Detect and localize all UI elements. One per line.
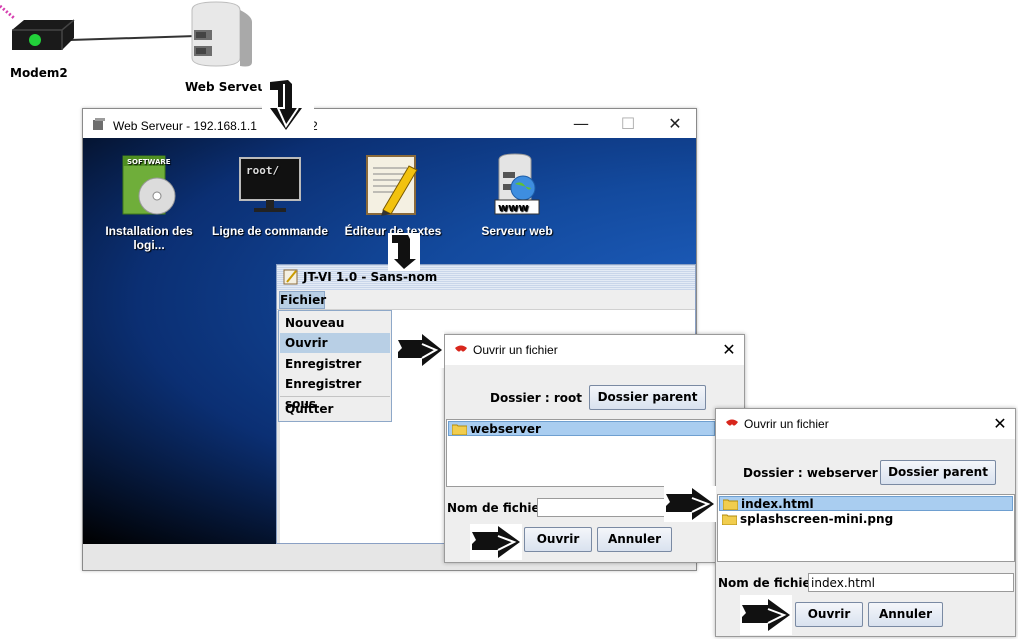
pointer-hand-right-icon [396,332,444,368]
open-button[interactable]: Ouvrir [524,527,592,552]
open-button[interactable]: Ouvrir [795,602,863,627]
dialog-titlebar[interactable]: Ouvrir un fichier ✕ [445,335,744,365]
desktop-icon-label: Ligne de commande [211,224,329,238]
folder-icon [723,499,738,510]
dialog-app-icon [726,419,738,426]
desktop-icon-software[interactable]: SOFTWARE Installation des logi... [89,152,209,252]
menu-fichier[interactable]: Fichier [279,291,326,309]
svg-text:root/: root/ [246,164,279,177]
editor-app-icon [283,269,298,285]
list-item-index-html[interactable]: index.html [719,496,1013,511]
list-item-splashscreen[interactable]: splashscreen-mini.png [719,512,1013,527]
desktop-icon-text-editor[interactable]: Éditeur de textes [333,152,453,238]
file-list[interactable]: webserver [446,419,717,487]
folder-icon [722,514,737,525]
cancel-button[interactable]: Annuler [597,527,672,552]
menu-item-quitter[interactable]: Quitter [280,399,390,419]
fichier-dropdown-menu: Nouveau Ouvrir Enregistrer Enregistrer s… [278,310,392,422]
menu-item-nouveau[interactable]: Nouveau [280,313,390,333]
dialog-close-button[interactable]: ✕ [988,413,1012,435]
terminal-icon: root/ [239,157,301,212]
dialog-app-icon [455,345,467,352]
list-item-webserver[interactable]: webserver [448,421,715,436]
svg-text:SOFTWARE: SOFTWARE [127,158,171,166]
pointer-hand-down-icon [388,233,420,271]
editor-titlebar[interactable]: JT-VI 1.0 - Sans-nom [277,265,695,290]
folder-label: Dossier : webserver [743,466,878,480]
pointer-hand-down-icon [262,78,314,132]
filename-input[interactable]: index.html [808,573,1014,592]
window-app-icon [93,118,105,130]
window-title: Web Serveur - 192.168.1.1 [113,119,257,133]
close-button[interactable]: ✕ [655,113,695,135]
text-editor-icon [366,155,418,216]
web-server-node-icon[interactable] [186,0,256,72]
dialog-close-button[interactable]: ✕ [717,339,741,361]
software-install-icon: SOFTWARE [122,155,176,215]
cancel-button[interactable]: Annuler [868,602,943,627]
parent-folder-button[interactable]: Dossier parent [880,460,996,485]
desktop-icon-web-server[interactable]: www Serveur web [457,152,577,238]
file-name: webserver [470,422,541,436]
minimize-button[interactable]: — [561,113,601,135]
editor-title: JT-VI 1.0 - Sans-nom [303,270,438,284]
maximize-button[interactable]: ☐ [608,113,648,135]
svg-text:www: www [498,201,529,214]
desktop-icon-terminal[interactable]: root/ Ligne de commande [210,152,330,238]
menu-item-enregistrer[interactable]: Enregistrer [280,354,390,374]
dialog-title: Ouvrir un fichier [473,343,558,357]
pointer-hand-right-icon [664,486,716,522]
menu-item-ouvrir[interactable]: Ouvrir [280,333,390,353]
file-list[interactable]: index.html splashscreen-mini.png [717,494,1015,562]
folder-icon [452,424,467,435]
menu-separator [280,396,390,397]
desktop-icon-label: Installation des logi... [105,224,193,252]
file-name: index.html [741,497,814,511]
file-name: splashscreen-mini.png [740,512,894,526]
web-server-node-label: Web Serveur [185,80,272,94]
folder-label: Dossier : root [490,391,582,405]
parent-folder-button[interactable]: Dossier parent [589,385,706,410]
pointer-hand-right-icon [740,595,792,635]
filename-input[interactable] [537,498,677,517]
window-titlebar[interactable]: Web Serveur - 192.168.1.1 2 — ☐ ✕ [83,109,696,138]
modem-label: Modem2 [10,66,68,80]
web-server-icon: www [494,153,540,215]
desktop-icon-label: Serveur web [481,224,553,238]
pointer-hand-right-icon [470,524,522,560]
menu-item-enregistrer-sous[interactable]: Enregistrer sous [280,374,390,411]
dialog-title: Ouvrir un fichier [744,417,829,431]
modem-icon[interactable] [8,8,78,58]
dialog-titlebar[interactable]: Ouvrir un fichier ✕ [716,409,1015,439]
editor-menubar: Fichier [277,290,695,310]
